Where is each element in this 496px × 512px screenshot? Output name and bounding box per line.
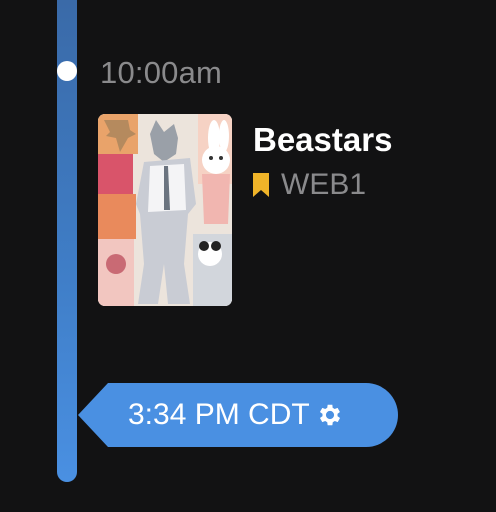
timeline-dot	[57, 61, 77, 81]
show-title[interactable]: Beastars	[253, 121, 392, 159]
current-time-text: 3:34 PM CDT	[128, 398, 310, 431]
network-row: WEB1	[253, 168, 366, 202]
schedule-timeline: 10:00am Beastars WEB1 3:34 PM CDT	[0, 0, 496, 512]
show-poster[interactable]	[98, 114, 232, 306]
poster-artwork	[98, 114, 232, 306]
time-slot-label: 10:00am	[100, 55, 223, 90]
bookmark-icon	[253, 173, 269, 197]
gear-icon[interactable]	[316, 401, 344, 429]
network-name: WEB1	[281, 168, 367, 201]
current-time-content: 3:34 PM CDT	[128, 383, 344, 447]
current-time-indicator[interactable]: 3:34 PM CDT	[78, 383, 398, 447]
